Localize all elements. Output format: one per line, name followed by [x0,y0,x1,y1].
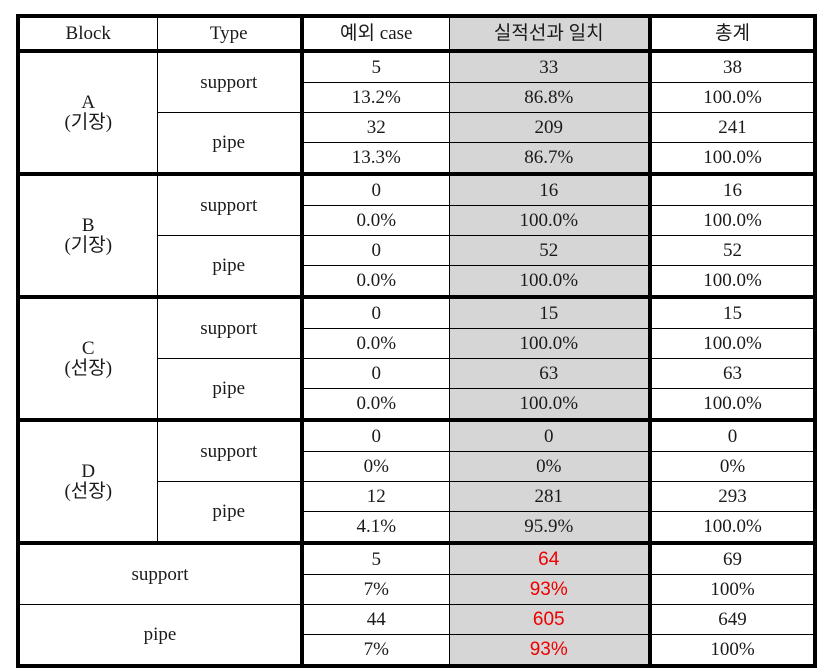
summary-cell-total-percent: 100% [649,634,817,668]
cell-match-percent: 100.0% [448,205,652,236]
cell-total-count: 52 [649,235,817,266]
cell-except-count: 32 [301,112,450,143]
cell-total-count: 293 [649,481,817,512]
cell-except-count: 0 [301,296,450,329]
cell-except-percent: 0% [301,451,450,482]
summary-cell-match-percent: 93% [448,574,652,605]
summary-cell-match-count: 605 [448,604,652,635]
table-sheet: Block Type 예외 case 실적선과 일치 총계 A (기장) support 5 33… [0,0,838,668]
cell-match-percent: 100.0% [448,265,652,299]
cell-match-count: 16 [448,173,652,206]
type-label-pipe: pipe [156,481,304,545]
block-sublabel: (선장) [64,480,113,502]
cell-total-count: 16 [649,173,817,206]
cell-except-percent: 0.0% [301,265,450,299]
column-header-total: 총계 [649,14,817,53]
cell-match-percent: 86.7% [448,142,652,176]
summary-label-pipe: pipe [16,604,304,668]
cell-except-percent: 0.0% [301,205,450,236]
cell-except-count: 5 [301,50,450,83]
type-label-pipe: pipe [156,235,304,299]
summary-cell-except-percent: 7% [301,574,450,605]
column-header-type: Type [156,14,304,53]
cell-match-count: 52 [448,235,652,266]
summary-statistics-table: Block Type 예외 case 실적선과 일치 총계 A (기장) support 5 33… [16,14,817,668]
cell-except-count: 0 [301,358,450,389]
summary-row: pipe 44 605 649 [16,604,817,668]
cell-except-percent: 0.0% [301,328,450,359]
summary-cell-except-count: 5 [301,542,450,575]
block-id: B [81,214,95,236]
cell-match-count: 0 [448,419,652,452]
block-id: C [81,337,95,359]
cell-except-percent: 4.1% [301,511,450,545]
cell-match-percent: 86.8% [448,82,652,113]
table-body: Block Type 예외 case 실적선과 일치 총계 A (기장) support 5 33… [16,14,817,668]
table-row: C (선장) support 0 15 15 [16,296,817,422]
cell-except-percent: 0.0% [301,388,450,422]
cell-total-percent: 100.0% [649,265,817,299]
column-header-match: 실적선과 일치 [448,14,652,53]
cell-total-percent: 100.0% [649,328,817,359]
block-label-A: A (기장) [16,50,158,176]
cell-total-count: 241 [649,112,817,143]
cell-match-count: 281 [448,481,652,512]
summary-cell-except-count: 44 [301,604,450,635]
block-sublabel: (기장) [64,111,113,133]
column-header-except: 예외 case [301,14,450,53]
summary-cell-match-percent: 93% [448,634,652,668]
block-sublabel: (선장) [64,357,113,379]
summary-row: support 5 64 69 [16,542,817,605]
column-header-block: Block [16,14,158,53]
cell-match-count: 63 [448,358,652,389]
table-row: B (기장) support 0 16 16 [16,173,817,299]
block-label-B: B (기장) [16,173,158,299]
block-sublabel: (기장) [64,234,113,256]
cell-total-count: 63 [649,358,817,389]
summary-label-support: support [16,542,304,605]
summary-cell-total-count: 69 [649,542,817,575]
cell-total-count: 15 [649,296,817,329]
cell-except-count: 0 [301,235,450,266]
cell-match-percent: 95.9% [448,511,652,545]
cell-match-percent: 0% [448,451,652,482]
cell-total-percent: 100.0% [649,388,817,422]
summary-cell-total-count: 649 [649,604,817,635]
cell-except-count: 0 [301,173,450,206]
summary-cell-except-percent: 7% [301,634,450,668]
type-label-support: support [156,173,304,236]
block-label-D: D (선장) [16,419,158,545]
cell-except-count: 0 [301,419,450,452]
cell-except-percent: 13.3% [301,142,450,176]
cell-match-count: 33 [448,50,652,83]
type-label-support: support [156,296,304,359]
block-id: D [81,460,96,482]
cell-except-count: 12 [301,481,450,512]
summary-cell-total-percent: 100% [649,574,817,605]
table-row: D (선장) support 0 0 0 [16,419,817,545]
cell-total-count: 38 [649,50,817,83]
cell-total-count: 0 [649,419,817,452]
cell-total-percent: 0% [649,451,817,482]
cell-match-percent: 100.0% [448,388,652,422]
block-label-C: C (선장) [16,296,158,422]
cell-except-percent: 13.2% [301,82,450,113]
cell-match-count: 209 [448,112,652,143]
cell-total-percent: 100.0% [649,82,817,113]
cell-match-count: 15 [448,296,652,329]
type-label-pipe: pipe [156,358,304,422]
summary-cell-match-count: 64 [448,542,652,575]
type-label-support: support [156,50,304,113]
type-label-pipe: pipe [156,112,304,176]
cell-total-percent: 100.0% [649,142,817,176]
cell-match-percent: 100.0% [448,328,652,359]
block-id: A [81,91,96,113]
table-header-row: Block Type 예외 case 실적선과 일치 총계 [16,14,817,53]
table-row: A (기장) support 5 33 38 [16,50,817,176]
type-label-support: support [156,419,304,482]
cell-total-percent: 100.0% [649,511,817,545]
cell-total-percent: 100.0% [649,205,817,236]
